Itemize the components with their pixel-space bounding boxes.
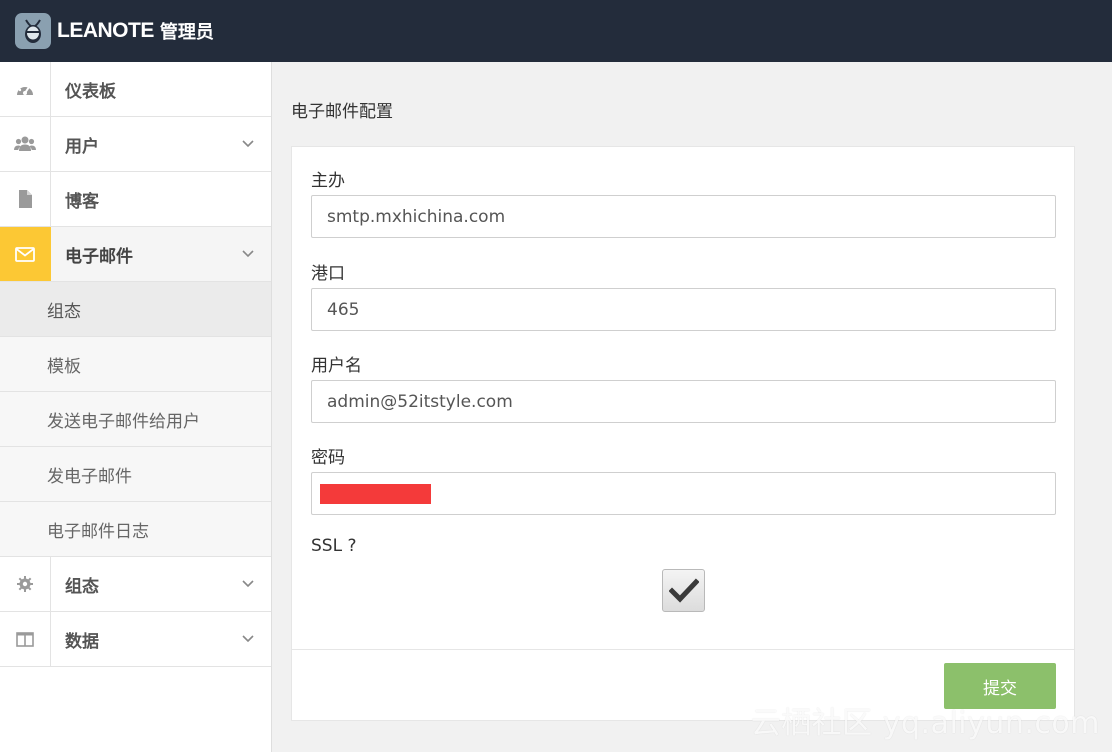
port-label: 港口	[311, 264, 345, 284]
sidebar-item-email[interactable]: 电子邮件	[0, 227, 271, 282]
users-icon	[0, 117, 51, 171]
sidebar-item-data[interactable]: 数据	[0, 612, 271, 667]
sidebar-item-label: 博客	[65, 191, 99, 212]
sidebar-item-label: 用户	[65, 136, 99, 157]
password-label: 密码	[311, 448, 345, 468]
sidebar-item-dashboard[interactable]: 仪表板	[0, 62, 271, 117]
username-input[interactable]: admin@52itstyle.com	[311, 380, 1056, 423]
host-label: 主办	[311, 171, 345, 191]
dashboard-icon	[0, 62, 51, 116]
sidebar-item-label: 电子邮件	[65, 246, 133, 267]
sidebar-subitem-template[interactable]: 模板	[0, 337, 271, 392]
page-title: 电子邮件配置	[291, 102, 393, 122]
chevron-down-icon	[225, 580, 271, 588]
watermark: 云栖社区 yq.aliyun.com	[750, 706, 1100, 741]
sidebar-subitem-email-log[interactable]: 电子邮件日志	[0, 502, 271, 557]
chevron-down-icon	[225, 635, 271, 643]
chevron-down-icon	[225, 140, 271, 148]
port-input[interactable]: 465	[311, 288, 1056, 331]
gear-icon	[0, 557, 51, 611]
file-icon	[0, 172, 51, 226]
admin-title: 管理员	[159, 22, 214, 43]
top-header: LEANOTE 管理员	[0, 0, 1112, 62]
sidebar-subitem-config[interactable]: 组态	[0, 282, 271, 337]
sidebar-item-label: 数据	[65, 631, 99, 652]
sidebar-item-label: 仪表板	[65, 81, 116, 102]
ssl-label: SSL ?	[311, 536, 357, 556]
form-divider	[292, 649, 1074, 650]
host-input[interactable]: smtp.mxhichina.com	[311, 195, 1056, 238]
envelope-icon	[0, 227, 51, 281]
email-config-form: 主办 smtp.mxhichina.com 港口 465 用户名 admin@5…	[291, 146, 1075, 721]
checkmark-icon	[668, 577, 699, 603]
sidebar-item-users[interactable]: 用户	[0, 117, 271, 172]
sidebar-subitem-send-email[interactable]: 发电子邮件	[0, 447, 271, 502]
chevron-down-icon	[225, 250, 271, 258]
columns-icon	[0, 612, 51, 666]
logo-text: LEANOTE	[57, 19, 154, 42]
ssl-checkbox[interactable]	[662, 569, 705, 612]
sidebar-item-settings[interactable]: 组态	[0, 557, 271, 612]
password-redaction	[320, 484, 431, 504]
sidebar-item-label: 组态	[65, 576, 99, 597]
sidebar-subitem-send-to-users[interactable]: 发送电子邮件给用户	[0, 392, 271, 447]
leanote-logo-icon[interactable]	[15, 13, 51, 49]
username-label: 用户名	[311, 356, 362, 376]
sidebar: 仪表板 用户 博客 电子邮件 组态 模板 发送电子邮件给用户 发电子邮件 电子邮…	[0, 62, 272, 752]
sidebar-item-blog[interactable]: 博客	[0, 172, 271, 227]
